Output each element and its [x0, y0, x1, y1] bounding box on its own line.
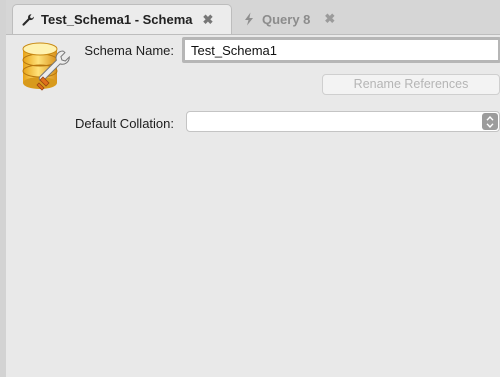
close-tab-icon[interactable]: ✖: [324, 11, 335, 27]
wrench-icon: [21, 13, 35, 27]
schema-editor-window: Test_Schema1 - Schema ✖ Query 8 ✖ Schema…: [0, 0, 500, 377]
lightning-icon: [242, 12, 256, 26]
tab-query-8[interactable]: Query 8 ✖: [238, 4, 356, 34]
tab-label: Test_Schema1 - Schema: [41, 12, 193, 27]
default-collation-select[interactable]: [186, 111, 500, 132]
rename-references-button[interactable]: Rename References: [322, 74, 500, 95]
tab-schema-editor[interactable]: Test_Schema1 - Schema ✖: [12, 4, 232, 34]
tab-bar: Test_Schema1 - Schema ✖ Query 8 ✖: [6, 0, 500, 35]
schema-name-input[interactable]: [182, 37, 500, 63]
close-tab-icon[interactable]: ✖: [203, 12, 214, 28]
tab-label: Query 8: [262, 11, 311, 27]
default-collation-label: Default Collation:: [75, 116, 174, 131]
updown-arrows-icon: [482, 113, 498, 130]
schema-name-label: Schema Name:: [84, 43, 174, 58]
